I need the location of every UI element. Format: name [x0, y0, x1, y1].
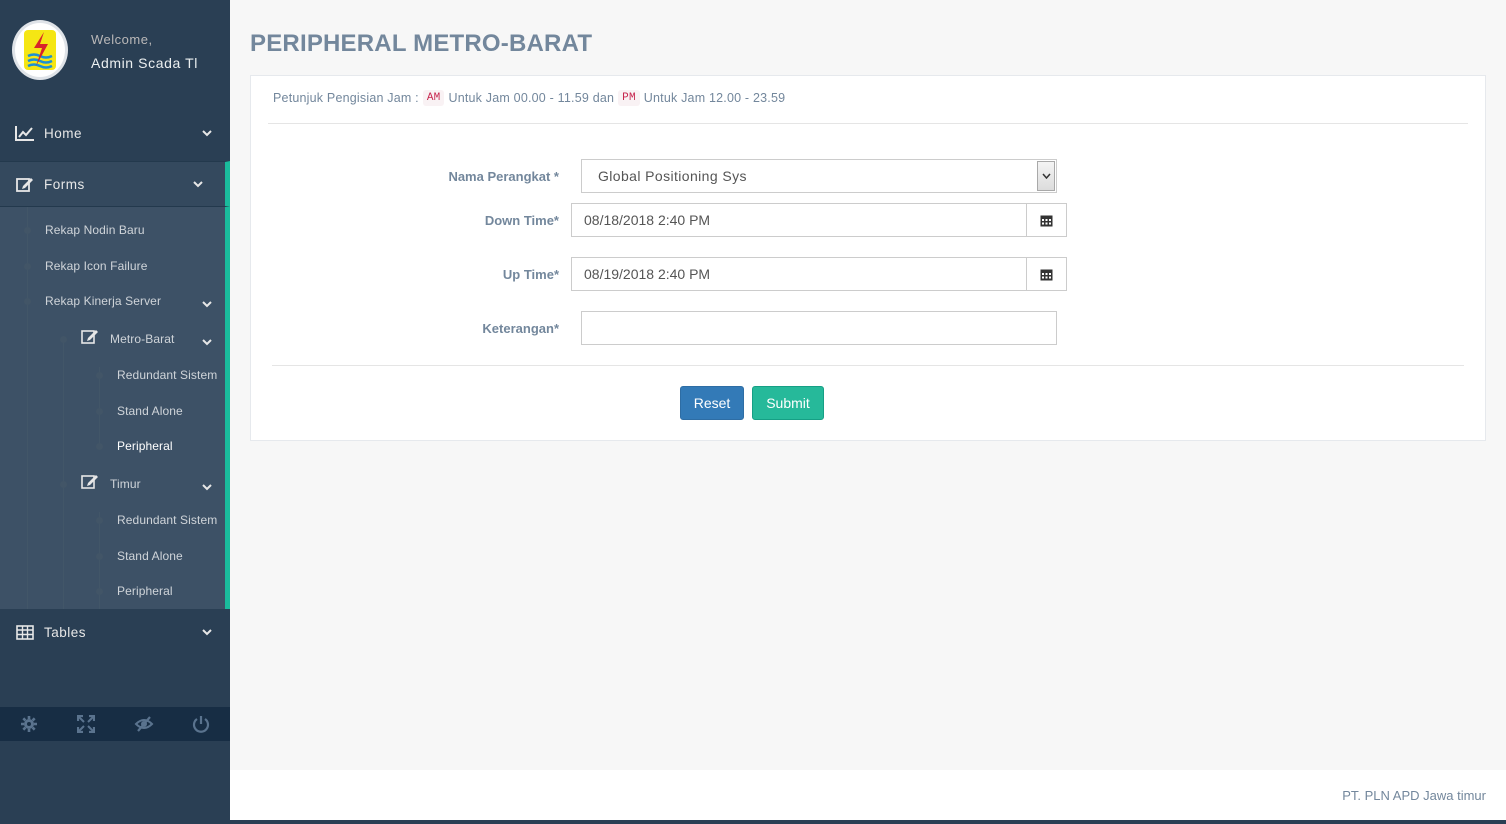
menu-forms-label: Forms: [44, 176, 85, 192]
submenu-label: Redundant Sistem: [117, 513, 218, 527]
submit-button[interactable]: Submit: [752, 386, 824, 420]
calendar-icon: [1040, 269, 1053, 280]
tree-dot: [96, 443, 103, 450]
submenu-t-standalone[interactable]: Stand Alone: [96, 549, 183, 563]
tree-dot: [24, 227, 31, 234]
menu-tables[interactable]: Tables: [0, 609, 230, 655]
down-time-label: Down Time*: [484, 213, 559, 228]
tree-line: [63, 337, 64, 609]
divider: [272, 365, 1464, 366]
tree-dot: [24, 263, 31, 270]
forms-submenu: Rekap Nodin Baru Rekap Icon Failure Reka…: [0, 207, 230, 609]
chevron-down-icon: [1041, 173, 1051, 179]
down-time-input[interactable]: 08/18/2018 2:40 PM: [571, 203, 1027, 237]
submenu-timur[interactable]: Timur: [60, 477, 141, 491]
power-icon: [193, 716, 210, 733]
menu-forms[interactable]: Forms: [0, 161, 230, 207]
lock-button[interactable]: [115, 707, 173, 741]
welcome-text: Welcome,: [91, 32, 153, 47]
submenu-label: Peripheral: [117, 584, 173, 598]
submenu-label: Rekap Kinerja Server: [45, 294, 162, 308]
submenu-label: Timur: [110, 477, 141, 491]
page-title: PERIPHERAL METRO-BARAT: [250, 30, 593, 57]
keterangan-input[interactable]: [581, 311, 1057, 345]
submenu-rekap-nodin[interactable]: Rekap Nodin Baru: [24, 223, 145, 237]
submenu-label: Metro-Barat: [110, 332, 175, 346]
main-content: PERIPHERAL METRO-BARAT Petunjuk Pengisia…: [230, 0, 1506, 770]
eye-slash-icon: [134, 716, 154, 732]
nama-perangkat-label: Nama Perangkat *: [448, 169, 559, 184]
sidebar-footer: [0, 707, 230, 741]
chevron-down-icon: [202, 339, 212, 346]
table-icon: [14, 623, 36, 641]
submenu-label: Rekap Icon Failure: [45, 259, 148, 273]
edit-icon: [14, 175, 36, 193]
hint-pm-text: Untuk Jam 12.00 - 23.59: [643, 91, 786, 105]
tree-dot: [96, 372, 103, 379]
submenu-mb-redundant[interactable]: Redundant Sistem: [96, 368, 218, 382]
pm-code: PM: [618, 90, 640, 106]
line-chart-icon: [14, 124, 36, 142]
username: Admin Scada Tl: [91, 55, 198, 71]
tree-dot: [60, 481, 67, 488]
logout-button[interactable]: [173, 707, 231, 741]
tree-dot: [96, 553, 103, 560]
chevron-down-icon: [193, 181, 203, 188]
time-hint: Petunjuk Pengisian Jam : AM Untuk Jam 00…: [273, 90, 785, 106]
hint-am-text: Untuk Jam 00.00 - 11.59 dan: [448, 91, 615, 105]
down-time-value: 08/18/2018 2:40 PM: [584, 212, 711, 228]
submenu-mb-standalone[interactable]: Stand Alone: [96, 404, 183, 418]
up-time-calendar-button[interactable]: [1026, 257, 1067, 291]
footer-text: PT. PLN APD Jawa timur: [1342, 788, 1486, 803]
form-panel: Petunjuk Pengisian Jam : AM Untuk Jam 00…: [250, 75, 1486, 441]
chevron-down-icon: [202, 629, 212, 636]
submenu-metro-barat[interactable]: Metro-Barat: [60, 332, 175, 346]
submenu-label: Rekap Nodin Baru: [45, 223, 145, 237]
tree-dot: [96, 588, 103, 595]
up-time-label: Up Time*: [502, 267, 559, 282]
nama-perangkat-select[interactable]: Global Positioning Sys: [581, 159, 1057, 193]
sidebar: Welcome, Admin Scada Tl Home Forms Rekap…: [0, 0, 230, 824]
submenu-rekap-icon[interactable]: Rekap Icon Failure: [24, 259, 148, 273]
hint-prefix: Petunjuk Pengisian Jam :: [273, 91, 419, 105]
submenu-label: Stand Alone: [117, 549, 183, 563]
selected-value: Global Positioning Sys: [598, 168, 747, 184]
tree-dot: [60, 336, 67, 343]
edit-icon: [81, 475, 98, 489]
settings-button[interactable]: [0, 707, 58, 741]
submenu-t-peripheral[interactable]: Peripheral: [96, 584, 173, 598]
up-time-value: 08/19/2018 2:40 PM: [584, 266, 711, 282]
pln-logo: [12, 20, 68, 80]
menu-home-label: Home: [44, 125, 83, 141]
am-code: AM: [422, 90, 445, 106]
chevron-down-icon: [202, 484, 212, 491]
submenu-label: Redundant Sistem: [117, 368, 218, 382]
chevron-down-icon: [202, 301, 212, 308]
tree-line: [99, 367, 100, 447]
up-time-input[interactable]: 08/19/2018 2:40 PM: [571, 257, 1027, 291]
tree-dot: [96, 408, 103, 415]
fullscreen-button[interactable]: [58, 707, 116, 741]
page-footer: PT. PLN APD Jawa timur: [230, 770, 1506, 820]
chevron-down-icon: [202, 130, 212, 137]
menu-home[interactable]: Home: [0, 110, 230, 156]
submenu-label: Peripheral: [117, 439, 173, 453]
edit-icon: [81, 330, 98, 344]
fullscreen-icon: [77, 715, 96, 733]
submenu-t-redundant[interactable]: Redundant Sistem: [96, 513, 218, 527]
menu-tables-label: Tables: [44, 624, 87, 640]
tree-dot: [96, 517, 103, 524]
submenu-label: Stand Alone: [117, 404, 183, 418]
submenu-rekap-kinerja[interactable]: Rekap Kinerja Server: [24, 294, 162, 308]
divider: [268, 123, 1468, 124]
profile: Welcome, Admin Scada Tl: [0, 0, 230, 104]
reset-button[interactable]: Reset: [680, 386, 744, 420]
dropdown-arrow[interactable]: [1037, 161, 1055, 191]
submenu-mb-peripheral[interactable]: Peripheral: [96, 439, 173, 453]
gear-icon: [20, 716, 37, 732]
calendar-icon: [1040, 215, 1053, 226]
keterangan-label: Keterangan*: [482, 321, 559, 336]
tree-dot: [24, 298, 31, 305]
down-time-calendar-button[interactable]: [1026, 203, 1067, 237]
